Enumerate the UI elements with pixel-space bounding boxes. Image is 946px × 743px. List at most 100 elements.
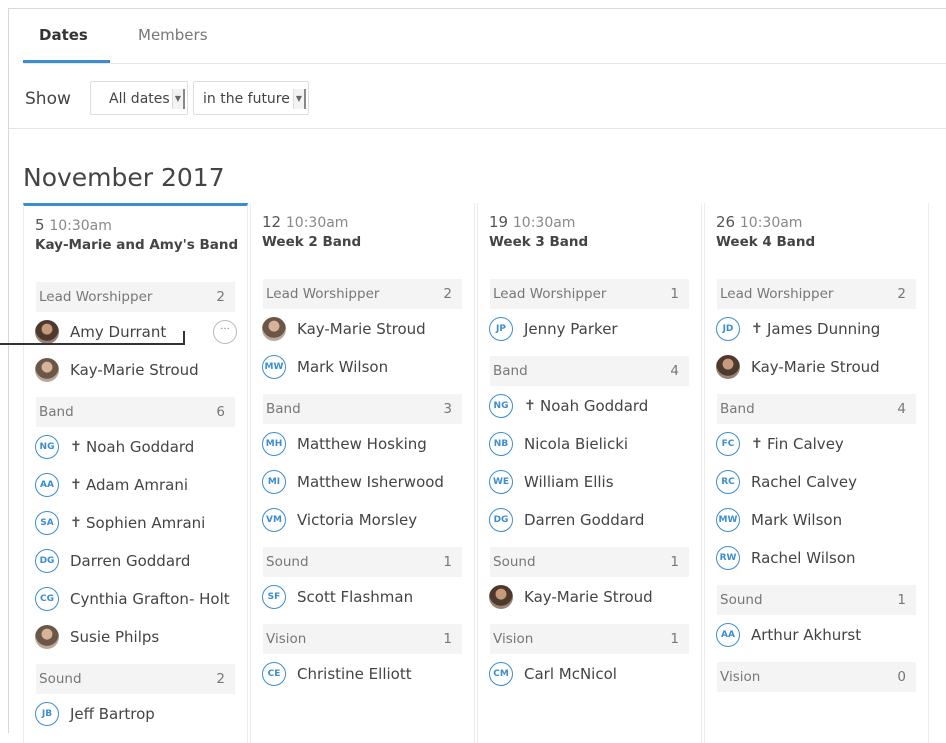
event-time: 10:30am [285,215,349,231]
person-row[interactable]: AA ✝ Adam Amrani [35,466,247,504]
person-row[interactable]: DG Darren Goddard [35,542,247,580]
role-group-header: Vision 1 [490,624,689,654]
date-header[interactable]: 19 10:30am Week 3 Band [478,203,701,271]
person-name: Kay-Marie Stroud [751,358,880,376]
person-name: Matthew Isherwood [297,473,444,491]
avatar: NG [489,394,513,418]
person-row[interactable]: MI Matthew Isherwood [262,463,474,501]
role-count: 1 [897,592,906,608]
person-row[interactable]: Susie Philps [35,618,247,656]
leader-icon: ✝ [70,477,82,493]
role-group-header: Lead Worshipper 2 [717,279,916,309]
avatar: MW [262,355,286,379]
person-row[interactable]: Kay-Marie Stroud [716,348,928,386]
role-count: 1 [670,554,679,570]
more-options-icon[interactable]: ··· [213,320,237,344]
person-name: Jenny Parker [524,320,618,338]
person-name: Mark Wilson [297,358,389,376]
dates-filter-select[interactable]: All dates ▼ [90,81,188,115]
person-row[interactable]: MW Mark Wilson [262,348,474,386]
avatar: AA [716,623,740,647]
role-label: Lead Worshipper [266,286,380,302]
person-row[interactable]: CM Carl McNicol [489,655,701,693]
date-header[interactable]: 5 10:30am Kay-Marie and Amy's Band [24,206,247,274]
chevron-down-icon: ▼ [293,89,306,109]
role-group-header: Lead Worshipper 1 [490,279,689,309]
person-name: Victoria Morsley [297,511,418,529]
person-row[interactable]: NG ✝ Noah Goddard [35,428,247,466]
role-group-header: Vision 0 [717,662,916,692]
person-row[interactable]: AA Arthur Akhurst [716,616,928,654]
tab-members[interactable]: Members [138,26,208,44]
person-row[interactable]: MH Matthew Hosking [262,425,474,463]
person-row[interactable]: DG Darren Goddard [489,501,701,539]
chevron-down-icon: ▼ [172,89,185,109]
role-label: Lead Worshipper [720,286,834,302]
avatar: JP [489,317,513,341]
person-row[interactable]: SF Scott Flashman [262,578,474,616]
person-row[interactable]: CG Cynthia Grafton- Holt [35,580,247,618]
avatar: AA [35,473,59,497]
role-label: Band [39,404,74,420]
month-heading: November 2017 [23,163,225,192]
person-name: Kay-Marie Stroud [524,588,653,606]
when-filter-value: in the future [203,91,290,107]
when-filter-select[interactable]: in the future ▼ [193,81,309,115]
role-label: Sound [720,592,763,608]
role-group-header: Band 6 [36,397,235,427]
event-name: Week 4 Band [716,234,816,250]
leader-icon: ✝ [751,436,763,452]
person-name: Noah Goddard [540,397,649,415]
person-row[interactable]: CE Christine Elliott [262,655,474,693]
dates-filter-value: All dates [109,91,170,107]
role-label: Sound [493,554,536,570]
tab-dates[interactable]: Dates [39,26,88,44]
date-header[interactable]: 26 10:30am Week 4 Band [705,203,928,271]
date-header[interactable]: 12 10:30am Week 2 Band [251,203,474,271]
person-name: Jeff Bartrop [70,705,155,723]
event-name: Week 3 Band [489,234,589,250]
person-row[interactable]: JB Jeff Bartrop [35,695,247,733]
day-number: 12 [262,213,282,231]
person-name: James Dunning [767,320,881,338]
person-row[interactable]: RC Rachel Calvey [716,463,928,501]
role-label: Band [720,401,755,417]
avatar: CM [489,662,513,686]
person-row[interactable]: WE William Ellis [489,463,701,501]
person-row[interactable]: NG ✝ Noah Goddard [489,387,701,425]
person-row[interactable]: JD ✝ James Dunning [716,310,928,348]
person-name: Kay-Marie Stroud [70,361,199,379]
person-name: Darren Goddard [524,511,645,529]
role-group-header: Band 4 [490,356,689,386]
person-row[interactable]: Kay-Marie Stroud [262,310,474,348]
event-name: Kay-Marie and Amy's Band [35,237,239,253]
role-count: 1 [670,631,679,647]
role-group-header: Lead Worshipper 2 [263,279,462,309]
person-row[interactable]: FC ✝ Fin Calvey [716,425,928,463]
person-row[interactable]: Kay-Marie Stroud [35,351,247,389]
person-row[interactable]: NB Nicola Bielicki [489,425,701,463]
person-row[interactable]: Kay-Marie Stroud [489,578,701,616]
date-column: 26 10:30am Week 4 Band Lead Worshipper 2 JD ✝… [704,203,929,743]
event-name: Week 2 Band [262,234,362,250]
avatar: JD [716,317,740,341]
role-group-header: Band 4 [717,394,916,424]
person-name: Christine Elliott [297,665,412,683]
avatar: RC [716,470,740,494]
date-line: 12 10:30am [262,213,474,231]
avatar [35,358,59,382]
person-row[interactable]: JP Jenny Parker [489,310,701,348]
person-row[interactable]: MW Mark Wilson [716,501,928,539]
person-name: Susie Philps [70,628,160,646]
role-label: Band [266,401,301,417]
person-row[interactable]: RW Rachel Wilson [716,539,928,577]
avatar: NG [35,435,59,459]
role-count: 3 [443,401,452,417]
person-name: Nicola Bielicki [524,435,629,453]
event-time: 10:30am [49,218,112,234]
person-row[interactable]: VM Victoria Morsley [262,501,474,539]
person-row[interactable]: SA ✝ Sophien Amrani [35,504,247,542]
person-name: Rachel Wilson [751,549,856,567]
role-label: Lead Worshipper [39,289,153,305]
avatar: DG [489,508,513,532]
